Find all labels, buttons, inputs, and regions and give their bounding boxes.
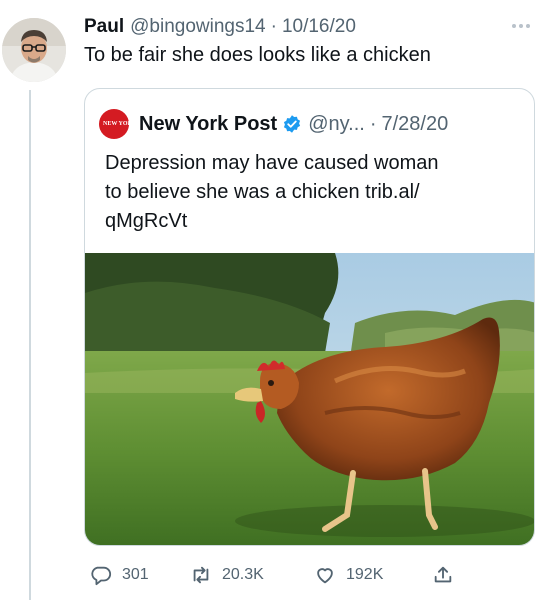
like-count: 192K — [346, 566, 384, 583]
quote-text: Depression may have caused woman to beli… — [105, 149, 525, 236]
action-bar: 301 20.3K 192K — [84, 562, 464, 588]
thread-line — [29, 90, 31, 600]
quote-text-line[interactable]: to believe she was a chicken trib.al/ — [105, 178, 525, 207]
share-icon — [434, 566, 452, 583]
retweet-button[interactable]: 20.3K — [190, 562, 264, 588]
dot-separator: · — [270, 16, 277, 37]
quote-text-line: Depression may have caused woman — [105, 152, 439, 174]
quote-header: NEW YORK POST New York Post @ny... · 7/2… — [99, 109, 448, 139]
quote-author-name: New York Post — [139, 112, 278, 135]
tweet-header: Paul @bingowings14 · 10/16/20 — [84, 14, 356, 40]
verified-icon — [282, 114, 302, 134]
retweet-icon — [193, 566, 209, 584]
reply-count: 301 — [122, 566, 149, 583]
tweet-text: To be fair she does looks like a chicken — [84, 44, 431, 66]
like-icon — [317, 568, 333, 584]
tweet-date[interactable]: 10/16/20 — [282, 16, 356, 38]
avatar[interactable] — [2, 18, 66, 82]
chicken-photo[interactable] — [85, 253, 534, 545]
quote-date: 7/28/20 — [381, 112, 449, 135]
author-name[interactable]: Paul — [84, 16, 124, 38]
more-icon[interactable] — [508, 18, 534, 34]
quote-avatar[interactable]: NEW YORK POST — [99, 109, 129, 139]
quote-tweet-card[interactable]: NEW YORK POST New York Post @ny... · 7/2… — [84, 88, 535, 546]
like-button[interactable]: 192K — [314, 562, 383, 588]
tweet[interactable]: Paul @bingowings14 · 10/16/20 To be fair… — [0, 0, 553, 600]
quote-author-handle: @ny... — [308, 112, 365, 135]
quote-text-line[interactable]: qMgRcVt — [105, 207, 525, 236]
quote-avatar-logo: NEW YORK POST — [103, 121, 129, 127]
share-button[interactable] — [432, 562, 464, 588]
reply-button[interactable]: 301 — [90, 562, 149, 588]
retweet-count: 20.3K — [222, 566, 264, 583]
quote-dot-separator: · — [369, 112, 377, 135]
reply-icon — [91, 566, 112, 586]
author-handle[interactable]: @bingowings14 — [130, 16, 266, 38]
